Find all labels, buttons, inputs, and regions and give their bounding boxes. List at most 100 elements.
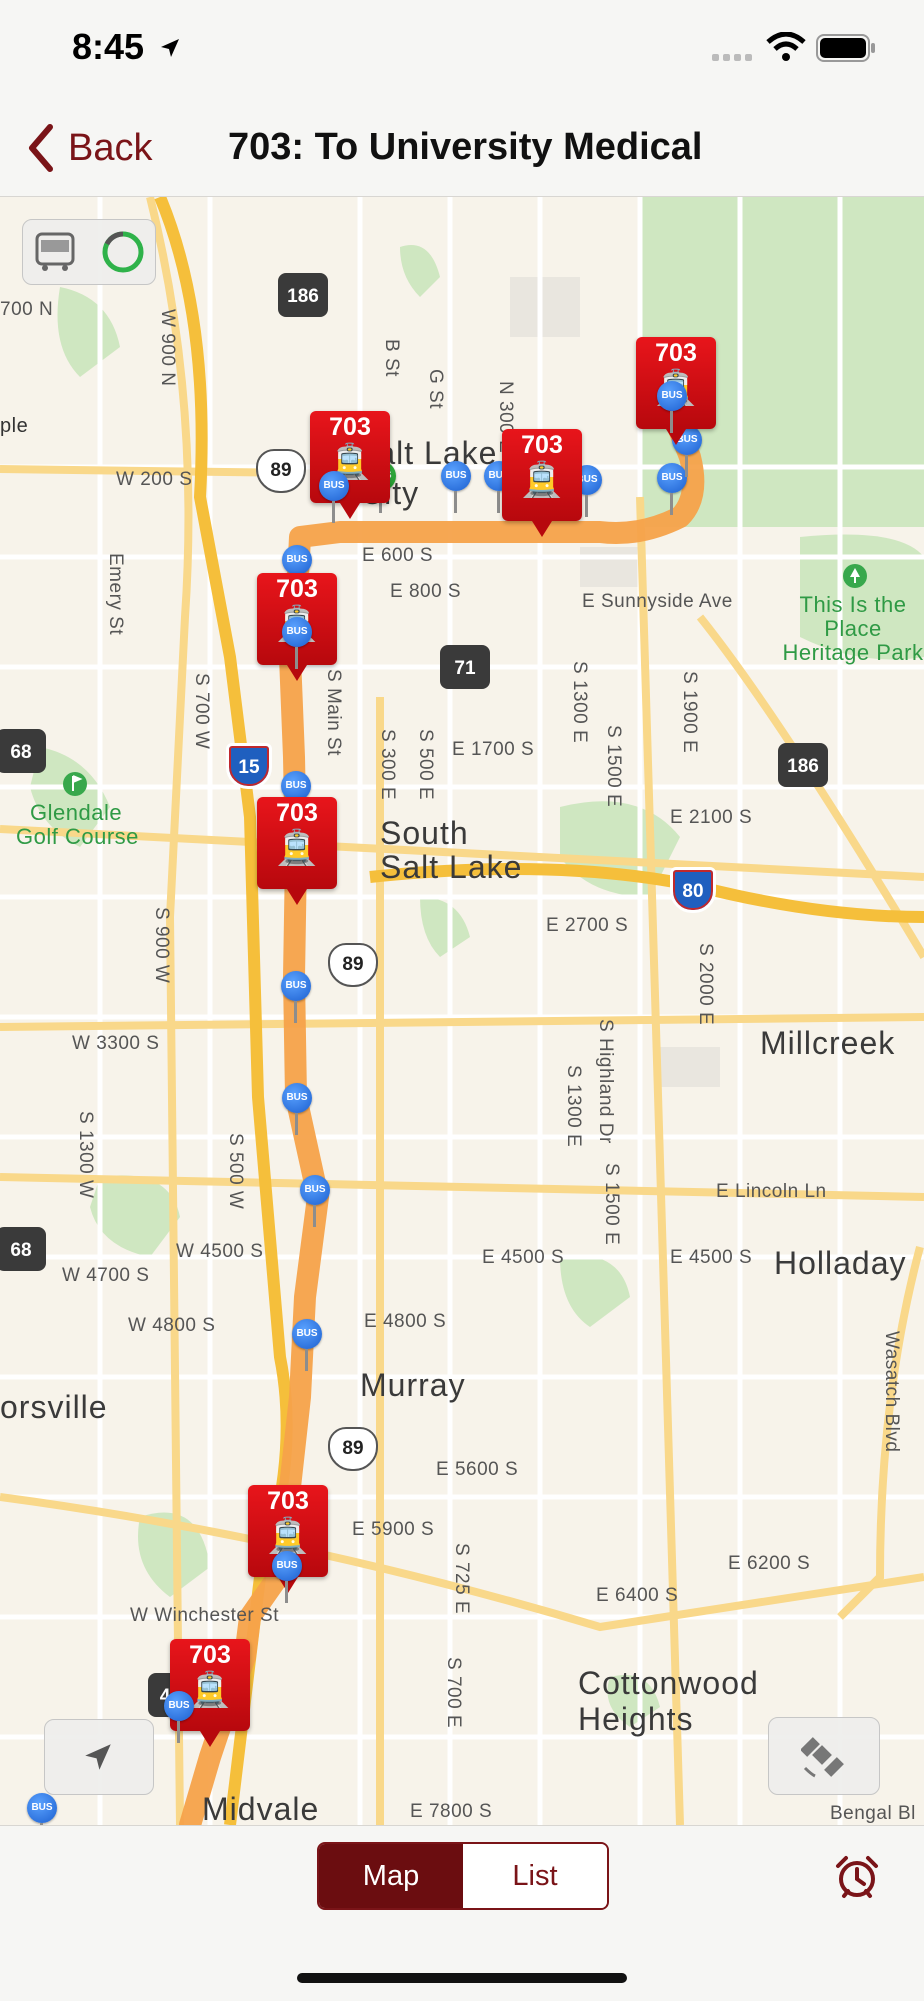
street-label: S 700 W: [191, 673, 212, 750]
back-label: Back: [68, 126, 153, 169]
satellite-icon: [801, 1737, 844, 1778]
park-label-golf-course: Golf Course: [16, 824, 139, 849]
street-label: W 4500 S: [176, 1241, 264, 1262]
navigation-bar: Back 703: To University Medical: [0, 100, 924, 197]
locate-me-button[interactable]: [44, 1719, 154, 1795]
place-label-taylorsville: orsville: [0, 1389, 108, 1425]
route-shield: 89: [328, 1427, 378, 1471]
bottom-toolbar: Map List: [0, 1825, 924, 2001]
stop-label: BUS: [300, 1175, 330, 1205]
street-label: S Main St: [323, 669, 344, 756]
route-map[interactable]: Salt Lake City South Salt Lake Millcreek…: [0, 197, 924, 1825]
train-marker[interactable]: 703🚊: [257, 797, 337, 905]
train-marker[interactable]: 703🚊: [502, 429, 582, 537]
street-label: W 200 S: [116, 469, 193, 490]
street-label: W 4800 S: [128, 1315, 216, 1336]
location-arrow-icon: [161, 39, 179, 57]
train-route-label: 703: [329, 413, 371, 441]
street-label: E 4800 S: [364, 1311, 447, 1332]
street-label: Wasatch Blvd: [881, 1331, 902, 1453]
train-route-label: 703: [189, 1641, 231, 1669]
stop-label: BUS: [27, 1793, 57, 1823]
view-mode-segmented-control[interactable]: Map List: [317, 1842, 609, 1910]
route-shield: 186: [278, 273, 328, 317]
park-icon: [843, 564, 867, 588]
street-label: W Winchester St: [130, 1605, 279, 1626]
route-shield: 89: [256, 449, 306, 493]
route-shield: 71: [440, 645, 490, 689]
route-shield: 68: [0, 729, 46, 773]
street-label: S 900 W: [151, 907, 172, 984]
home-indicator: [297, 1973, 627, 1983]
street-label: S 1300 W: [75, 1111, 96, 1199]
bus-stop-pin[interactable]: BUS: [657, 381, 687, 433]
place-label-south: South: [380, 815, 469, 851]
street-label: Emery St: [105, 553, 126, 636]
bus-stop-pin[interactable]: BUS: [292, 1319, 322, 1371]
street-label: S 2000 E: [695, 943, 716, 1026]
tram-icon: 🚊: [266, 1517, 310, 1555]
park-label-heritage: This Is the Place Heritage Park: [782, 592, 924, 665]
stop-label: BUS: [164, 1691, 194, 1721]
bus-icon: [35, 232, 75, 271]
place-label-midvale: Midvale: [202, 1791, 320, 1825]
street-label: E 1700 S: [452, 739, 535, 760]
vehicle-refresh-button[interactable]: [22, 219, 156, 285]
place-label-murray: Murray: [360, 1367, 466, 1403]
bus-stop-pin[interactable]: BUS: [272, 1551, 302, 1603]
train-route-label: 703: [521, 431, 563, 459]
stop-label: BUS: [441, 461, 471, 491]
bus-stop-pin[interactable]: BUS: [441, 461, 471, 513]
stop-label: BUS: [657, 381, 687, 411]
stop-label: BUS: [282, 545, 312, 575]
train-route-label: 703: [276, 799, 318, 827]
interstate-shield: 80: [670, 867, 716, 913]
street-label: W 900 N: [157, 309, 178, 387]
street-label: E Lincoln Ln: [716, 1181, 827, 1202]
street-label: B St: [381, 339, 402, 377]
street-label: E 7800 S: [410, 1801, 493, 1822]
street-label: Bengal Bl: [830, 1803, 916, 1824]
stop-label: BUS: [272, 1551, 302, 1581]
place-label-south-salt-lake: Salt Lake: [380, 849, 523, 885]
street-label: E 6400 S: [596, 1585, 679, 1606]
tram-icon: 🚊: [520, 461, 564, 499]
street-label: E 800 S: [390, 581, 462, 602]
street-label: S 1500 E: [601, 1163, 622, 1246]
map-segment[interactable]: Map: [319, 1844, 463, 1908]
stop-label: BUS: [282, 617, 312, 647]
chevron-left-icon: [29, 124, 53, 172]
route-shield: 186: [778, 743, 828, 787]
bus-stop-pin[interactable]: BUS: [282, 617, 312, 669]
bus-stop-pin[interactable]: BUS: [282, 1083, 312, 1135]
bus-stop-pin[interactable]: BUS: [164, 1691, 194, 1743]
street-label: S 725 E: [451, 1543, 472, 1615]
interstate-shield: 15: [226, 743, 272, 789]
stop-label: BUS: [319, 471, 349, 501]
street-label: S 1500 E: [603, 725, 624, 808]
route-shield: 89: [328, 943, 378, 987]
street-label: E 6200 S: [728, 1553, 811, 1574]
street-label: S 1300 E: [563, 1065, 584, 1148]
list-segment[interactable]: List: [463, 1844, 607, 1908]
bus-stop-pin[interactable]: BUS: [281, 971, 311, 1023]
bus-stop-pin[interactable]: BUS: [319, 471, 349, 523]
page-title: 703: To University Medical: [228, 126, 703, 168]
street-label: E 600 S: [362, 545, 434, 566]
bus-stop-pin[interactable]: BUS: [27, 1793, 57, 1825]
tram-icon: 🚊: [275, 829, 319, 867]
stop-label: BUS: [281, 971, 311, 1001]
street-label: E 5900 S: [352, 1519, 435, 1540]
place-label-holladay: Holladay: [774, 1245, 907, 1281]
status-time: 8:45: [72, 26, 145, 67]
back-button[interactable]: Back: [26, 120, 152, 176]
bus-stop-pin[interactable]: BUS: [300, 1175, 330, 1227]
street-label: E Sunnyside Ave: [582, 591, 733, 612]
refresh-progress-icon: [102, 231, 144, 273]
street-label: S 1900 E: [679, 671, 700, 754]
street-label: S 1300 E: [569, 661, 590, 744]
satellite-toggle-button[interactable]: [768, 1717, 880, 1795]
street-label: E 2700 S: [546, 915, 629, 936]
alarm-clock-icon[interactable]: [834, 1854, 880, 1900]
street-label: S 500 W: [225, 1133, 246, 1210]
